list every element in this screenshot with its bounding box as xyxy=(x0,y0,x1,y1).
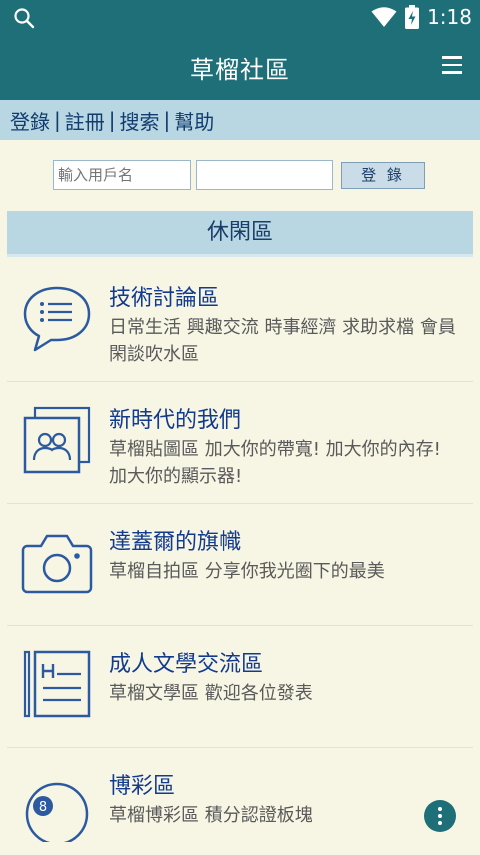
status-time: 1:18 xyxy=(427,5,472,29)
battery-charging-icon xyxy=(405,5,420,29)
search-link[interactable]: 搜索 xyxy=(120,106,160,135)
chat-bubble-list-icon xyxy=(23,286,91,352)
login-button[interactable]: 登 錄 xyxy=(341,162,425,189)
status-bar: 1:18 xyxy=(0,0,480,34)
photo-people-icon xyxy=(23,406,91,474)
link-separator: | xyxy=(163,108,171,132)
app-bar: 草榴社區 xyxy=(0,34,480,100)
username-input[interactable] xyxy=(53,160,191,190)
billiard-ball-icon: 8 xyxy=(25,782,89,842)
forum-title: 博彩區 xyxy=(109,774,176,799)
svg-text:8: 8 xyxy=(39,800,47,815)
forum-item-pictures[interactable]: 新時代的我們 草榴貼圖區 加大你的帶寬! 加大你的內存! 加大你的顯示器! xyxy=(7,382,473,504)
document-h-icon xyxy=(23,650,91,718)
login-link[interactable]: 登錄 xyxy=(10,106,50,135)
more-options-button[interactable] xyxy=(424,800,456,832)
forum-title: 新時代的我們 xyxy=(109,408,242,433)
forum-item-literature[interactable]: 成人文學交流區 草榴文學區 歡迎各位發表 xyxy=(7,626,473,748)
password-input[interactable] xyxy=(196,160,333,190)
forum-item-selfie[interactable]: 達蓋爾的旗幟 草榴自拍區 分享你我光圈下的最美 xyxy=(7,504,473,626)
link-separator: | xyxy=(108,108,116,132)
help-link[interactable]: 幫助 xyxy=(174,106,214,135)
forum-description: 日常生活 興趣交流 時事經濟 求助求檔 會員閑談吹水區 xyxy=(109,317,456,365)
login-form: 登 錄 xyxy=(0,158,480,192)
wifi-icon xyxy=(371,7,397,27)
forum-description: 草榴自拍區 分享你我光圈下的最美 xyxy=(109,561,385,582)
forum-title: 達蓋爾的旗幟 xyxy=(109,530,242,555)
link-separator: | xyxy=(54,108,61,132)
forum-title: 技術討論區 xyxy=(109,286,220,311)
forum-description: 草榴貼圖區 加大你的帶寬! 加大你的內存! 加大你的顯示器! xyxy=(109,439,441,487)
top-links-bar: 登錄 | 註冊 | 搜索 | 幫助 xyxy=(0,100,480,140)
forum-list: 技術討論區 日常生活 興趣交流 時事經濟 求助求檔 會員閑談吹水區 新時代的我們… xyxy=(7,260,473,855)
forum-title: 成人文學交流區 xyxy=(109,652,264,677)
forum-item-tech[interactable]: 技術討論區 日常生活 興趣交流 時事經濟 求助求檔 會員閑談吹水區 xyxy=(7,260,473,382)
register-link[interactable]: 註冊 xyxy=(65,106,105,135)
search-icon[interactable] xyxy=(12,6,36,30)
menu-icon[interactable] xyxy=(442,56,462,76)
forum-description: 草榴文學區 歡迎各位發表 xyxy=(109,683,313,704)
section-header: 休閑區 xyxy=(7,211,473,257)
forum-description: 草榴博彩區 積分認證板塊 xyxy=(109,805,313,826)
page-title: 草榴社區 xyxy=(190,56,290,84)
camera-icon xyxy=(21,534,93,594)
forum-item-betting[interactable]: 8 博彩區 草榴博彩區 積分認證板塊 xyxy=(7,748,473,855)
